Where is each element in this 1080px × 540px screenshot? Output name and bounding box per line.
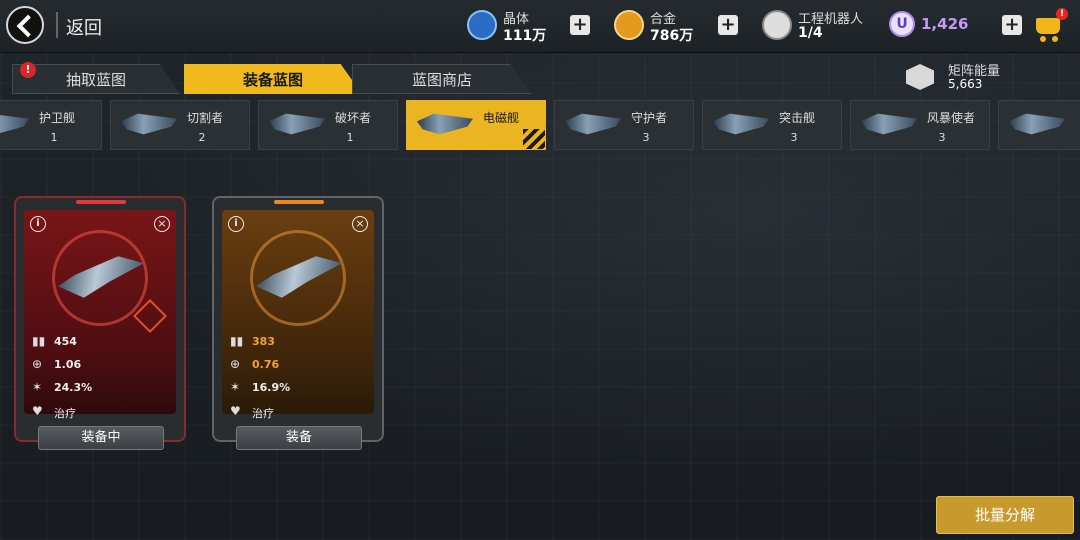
ship-icon	[861, 113, 917, 135]
card-panel: i × ▮▮ 383 ⊕ 0.76 ✶ 16.9% ♥ 治疗	[222, 210, 374, 420]
equip-button[interactable]: 装备	[236, 426, 362, 450]
ship-category-strip[interactable]: 护卫舰 1 切割者 2 破坏者 1 电磁舰 守护者 3 突击舰 3 风暴使者 3	[0, 100, 1080, 150]
cart-wheel	[1040, 36, 1046, 42]
chevron-left-icon	[16, 14, 40, 38]
tab-label: 抽取蓝图	[65, 71, 126, 89]
blueprint-card-equipped[interactable]: i × ▮▮ 454 ⊕ 1.06 ✶ 24.3% ♥ 治疗 装备中	[14, 196, 186, 450]
category-name: 电磁舰	[483, 111, 520, 125]
tab-draw-blueprint[interactable]: 抽取蓝图	[12, 64, 180, 94]
category-name: 守护者	[631, 111, 668, 125]
tab-label: 装备蓝图	[242, 71, 303, 89]
category-assault[interactable]: 突击舰 3	[702, 100, 842, 150]
blueprint-card[interactable]: i × ▮▮ 383 ⊕ 0.76 ✶ 16.9% ♥ 治疗 装备	[212, 196, 384, 450]
divider	[56, 12, 58, 38]
ship-icon	[713, 113, 769, 135]
category-name: 突击舰	[779, 111, 816, 125]
category-count: 2	[198, 131, 206, 144]
cart-icon	[1036, 18, 1060, 34]
card-top-light	[76, 200, 126, 204]
category-escort[interactable]: 护卫舰 1	[0, 100, 102, 150]
crystal-icon	[467, 10, 497, 40]
category-name: 切割者	[187, 111, 224, 125]
cart-wheel	[1052, 36, 1058, 42]
close-icon[interactable]: ×	[352, 216, 368, 232]
ship-icon	[269, 113, 325, 135]
alloy-icon	[614, 10, 644, 40]
card-top-light	[274, 200, 324, 204]
ship-icon	[1009, 113, 1065, 135]
crosshair-icon: ⊕	[32, 357, 43, 371]
shop-cart-button[interactable]: !	[1032, 8, 1068, 44]
category-count: 1	[50, 131, 58, 144]
back-button[interactable]	[6, 6, 44, 44]
ship-icon	[417, 113, 473, 135]
crit-value: 16.9%	[252, 381, 291, 394]
category-guardian[interactable]: 守护者 3	[554, 100, 694, 150]
resource-value: 786万	[650, 28, 694, 44]
ammo-icon: ▮▮	[230, 334, 244, 348]
crit-icon: ✶	[32, 380, 43, 394]
heal-label: 治疗	[54, 407, 76, 420]
selected-stripes	[523, 129, 545, 149]
batch-decompose-button[interactable]: 批量分解	[936, 496, 1074, 534]
back-label[interactable]: 返回	[66, 14, 102, 40]
add-alloy-button[interactable]: +	[718, 15, 738, 35]
ammo-value: 454	[54, 335, 77, 348]
crosshair-icon: ⊕	[230, 357, 241, 371]
card-panel: i × ▮▮ 454 ⊕ 1.06 ✶ 24.3% ♥ 治疗	[24, 210, 176, 420]
resource-value: 111万	[503, 28, 547, 44]
info-icon[interactable]: i	[228, 216, 244, 232]
add-premium-button[interactable]: +	[1002, 15, 1022, 35]
alert-badge: !	[20, 62, 36, 78]
tab-equip-blueprint[interactable]: 装备蓝图	[184, 64, 362, 94]
add-crystal-button[interactable]: +	[570, 15, 590, 35]
heal-label: 治疗	[252, 407, 274, 420]
ship-icon	[565, 113, 621, 135]
category-name: 破坏者	[335, 111, 372, 125]
ship-icon	[0, 113, 29, 135]
crit-value: 24.3%	[54, 381, 93, 394]
premium-currency-icon: U	[889, 11, 915, 37]
close-icon[interactable]: ×	[154, 216, 170, 232]
category-name: 护卫舰	[39, 111, 76, 125]
resource-value: 1/4	[798, 25, 823, 41]
category-emp[interactable]: 电磁舰	[406, 100, 546, 150]
tab-label: 蓝图商店	[411, 71, 472, 89]
ammo-icon: ▮▮	[32, 334, 46, 348]
heart-icon: ♥	[230, 404, 241, 418]
category-name: 风暴使者	[927, 111, 976, 125]
category-stormbringer[interactable]: 风暴使者 3	[850, 100, 990, 150]
category-count: 1	[346, 131, 354, 144]
ammo-value: 383	[252, 335, 275, 348]
premium-currency-value: 1,426	[921, 15, 969, 33]
info-icon[interactable]: i	[30, 216, 46, 232]
category-count: 3	[642, 131, 650, 144]
top-bar: 返回 晶体 111万 + 合金 786万 + 工程机器人 1/4 U 1,426…	[0, 0, 1080, 53]
category-next[interactable]	[998, 100, 1080, 150]
heart-icon: ♥	[32, 404, 43, 418]
category-destroyer[interactable]: 破坏者 1	[258, 100, 398, 150]
robot-icon	[762, 10, 792, 40]
category-count: 3	[790, 131, 798, 144]
ship-icon	[121, 113, 177, 135]
category-cutter[interactable]: 切割者 2	[110, 100, 250, 150]
equipped-button[interactable]: 装备中	[38, 426, 164, 450]
accuracy-value: 0.76	[252, 358, 280, 371]
category-count: 3	[938, 131, 946, 144]
matrix-energy-value: 5,663	[948, 77, 983, 91]
accuracy-value: 1.06	[54, 358, 82, 371]
tab-blueprint-shop[interactable]: 蓝图商店	[352, 64, 532, 94]
alert-badge: !	[1056, 8, 1068, 20]
crit-icon: ✶	[230, 380, 241, 394]
